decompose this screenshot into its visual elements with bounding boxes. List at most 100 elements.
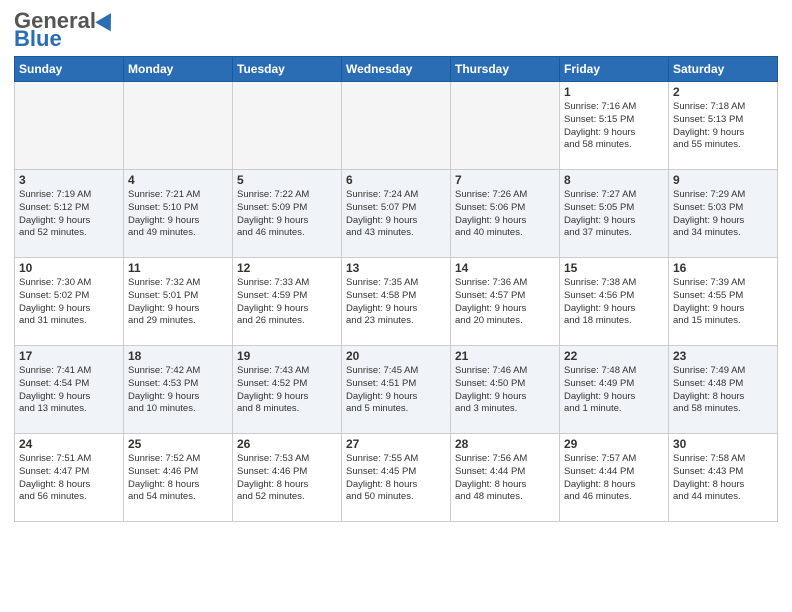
- calendar-cell: [124, 82, 233, 170]
- day-info: Sunrise: 7:38 AMSunset: 4:56 PMDaylight:…: [564, 277, 664, 328]
- day-number: 30: [673, 437, 773, 451]
- calendar-cell: [451, 82, 560, 170]
- calendar-cell: 13 Sunrise: 7:35 AMSunset: 4:58 PMDayligh…: [342, 258, 451, 346]
- day-number: 14: [455, 261, 555, 275]
- weekday-header-wednesday: Wednesday: [342, 57, 451, 82]
- day-info: Sunrise: 7:52 AMSunset: 4:46 PMDaylight:…: [128, 453, 228, 504]
- calendar-cell: 29 Sunrise: 7:57 AMSunset: 4:44 PMDayligh…: [560, 434, 669, 522]
- day-info: Sunrise: 7:19 AMSunset: 5:12 PMDaylight:…: [19, 189, 119, 240]
- day-info: Sunrise: 7:42 AMSunset: 4:53 PMDaylight:…: [128, 365, 228, 416]
- day-info: Sunrise: 7:21 AMSunset: 5:10 PMDaylight:…: [128, 189, 228, 240]
- day-number: 4: [128, 173, 228, 187]
- day-number: 2: [673, 85, 773, 99]
- calendar-cell: 11 Sunrise: 7:32 AMSunset: 5:01 PMDayligh…: [124, 258, 233, 346]
- day-info: Sunrise: 7:41 AMSunset: 4:54 PMDaylight:…: [19, 365, 119, 416]
- logo-triangle-icon: [95, 9, 119, 32]
- week-row-3: 10 Sunrise: 7:30 AMSunset: 5:02 PMDayligh…: [15, 258, 778, 346]
- day-info: Sunrise: 7:30 AMSunset: 5:02 PMDaylight:…: [19, 277, 119, 328]
- day-info: Sunrise: 7:57 AMSunset: 4:44 PMDaylight:…: [564, 453, 664, 504]
- day-info: Sunrise: 7:29 AMSunset: 5:03 PMDaylight:…: [673, 189, 773, 240]
- logo: General Blue: [14, 10, 116, 50]
- calendar-cell: 22 Sunrise: 7:48 AMSunset: 4:49 PMDayligh…: [560, 346, 669, 434]
- weekday-header-tuesday: Tuesday: [233, 57, 342, 82]
- weekday-header-friday: Friday: [560, 57, 669, 82]
- calendar-cell: 30 Sunrise: 7:58 AMSunset: 4:43 PMDayligh…: [669, 434, 778, 522]
- calendar-cell: 4 Sunrise: 7:21 AMSunset: 5:10 PMDaylight…: [124, 170, 233, 258]
- day-number: 6: [346, 173, 446, 187]
- day-number: 28: [455, 437, 555, 451]
- calendar-cell: 9Sunrise: 7:29 AMSunset: 5:03 PMDaylight…: [669, 170, 778, 258]
- week-row-2: 3 Sunrise: 7:19 AMSunset: 5:12 PMDaylight…: [15, 170, 778, 258]
- calendar-cell: 20Sunrise: 7:45 AMSunset: 4:51 PMDayligh…: [342, 346, 451, 434]
- day-number: 21: [455, 349, 555, 363]
- calendar-table: SundayMondayTuesdayWednesdayThursdayFrid…: [14, 56, 778, 522]
- day-info: Sunrise: 7:35 AMSunset: 4:58 PMDaylight:…: [346, 277, 446, 328]
- calendar-cell: 5Sunrise: 7:22 AMSunset: 5:09 PMDaylight…: [233, 170, 342, 258]
- day-info: Sunrise: 7:27 AMSunset: 5:05 PMDaylight:…: [564, 189, 664, 240]
- calendar-cell: [233, 82, 342, 170]
- weekday-header-row: SundayMondayTuesdayWednesdayThursdayFrid…: [15, 57, 778, 82]
- day-info: Sunrise: 7:26 AMSunset: 5:06 PMDaylight:…: [455, 189, 555, 240]
- calendar-cell: 21 Sunrise: 7:46 AMSunset: 4:50 PMDayligh…: [451, 346, 560, 434]
- day-info: Sunrise: 7:55 AMSunset: 4:45 PMDaylight:…: [346, 453, 446, 504]
- day-info: Sunrise: 7:46 AMSunset: 4:50 PMDaylight:…: [455, 365, 555, 416]
- day-info: Sunrise: 7:51 AMSunset: 4:47 PMDaylight:…: [19, 453, 119, 504]
- week-row-4: 17Sunrise: 7:41 AMSunset: 4:54 PMDayligh…: [15, 346, 778, 434]
- day-info: Sunrise: 7:24 AMSunset: 5:07 PMDaylight:…: [346, 189, 446, 240]
- day-info: Sunrise: 7:45 AMSunset: 4:51 PMDaylight:…: [346, 365, 446, 416]
- calendar-cell: 18 Sunrise: 7:42 AMSunset: 4:53 PMDayligh…: [124, 346, 233, 434]
- day-info: Sunrise: 7:16 AMSunset: 5:15 PMDaylight:…: [564, 101, 664, 152]
- day-info: Sunrise: 7:18 AMSunset: 5:13 PMDaylight:…: [673, 101, 773, 152]
- calendar-cell: 15 Sunrise: 7:38 AMSunset: 4:56 PMDayligh…: [560, 258, 669, 346]
- calendar-cell: 6 Sunrise: 7:24 AMSunset: 5:07 PMDaylight…: [342, 170, 451, 258]
- day-number: 7: [455, 173, 555, 187]
- day-number: 16: [673, 261, 773, 275]
- week-row-1: 1Sunrise: 7:16 AMSunset: 5:15 PMDaylight…: [15, 82, 778, 170]
- day-number: 15: [564, 261, 664, 275]
- calendar-cell: 16Sunrise: 7:39 AMSunset: 4:55 PMDayligh…: [669, 258, 778, 346]
- calendar-cell: 25 Sunrise: 7:52 AMSunset: 4:46 PMDayligh…: [124, 434, 233, 522]
- day-info: Sunrise: 7:48 AMSunset: 4:49 PMDaylight:…: [564, 365, 664, 416]
- day-number: 12: [237, 261, 337, 275]
- day-number: 11: [128, 261, 228, 275]
- day-info: Sunrise: 7:43 AMSunset: 4:52 PMDaylight:…: [237, 365, 337, 416]
- day-info: Sunrise: 7:49 AMSunset: 4:48 PMDaylight:…: [673, 365, 773, 416]
- calendar-cell: 14 Sunrise: 7:36 AMSunset: 4:57 PMDayligh…: [451, 258, 560, 346]
- day-number: 24: [19, 437, 119, 451]
- day-number: 13: [346, 261, 446, 275]
- day-number: 22: [564, 349, 664, 363]
- calendar-cell: 23 Sunrise: 7:49 AMSunset: 4:48 PMDayligh…: [669, 346, 778, 434]
- day-info: Sunrise: 7:56 AMSunset: 4:44 PMDaylight:…: [455, 453, 555, 504]
- weekday-header-thursday: Thursday: [451, 57, 560, 82]
- day-number: 18: [128, 349, 228, 363]
- calendar-cell: 3 Sunrise: 7:19 AMSunset: 5:12 PMDaylight…: [15, 170, 124, 258]
- day-info: Sunrise: 7:53 AMSunset: 4:46 PMDaylight:…: [237, 453, 337, 504]
- weekday-header-monday: Monday: [124, 57, 233, 82]
- day-number: 26: [237, 437, 337, 451]
- logo-blue: Blue: [14, 28, 62, 50]
- calendar-cell: 28 Sunrise: 7:56 AMSunset: 4:44 PMDayligh…: [451, 434, 560, 522]
- day-number: 3: [19, 173, 119, 187]
- day-number: 19: [237, 349, 337, 363]
- day-info: Sunrise: 7:58 AMSunset: 4:43 PMDaylight:…: [673, 453, 773, 504]
- calendar-cell: 1Sunrise: 7:16 AMSunset: 5:15 PMDaylight…: [560, 82, 669, 170]
- calendar-cell: [342, 82, 451, 170]
- page: General Blue SundayMondayTuesdayWednesda…: [0, 0, 792, 536]
- calendar-cell: 27 Sunrise: 7:55 AMSunset: 4:45 PMDayligh…: [342, 434, 451, 522]
- day-number: 10: [19, 261, 119, 275]
- day-number: 8: [564, 173, 664, 187]
- day-number: 29: [564, 437, 664, 451]
- day-info: Sunrise: 7:32 AMSunset: 5:01 PMDaylight:…: [128, 277, 228, 328]
- calendar-cell: 26 Sunrise: 7:53 AMSunset: 4:46 PMDayligh…: [233, 434, 342, 522]
- day-info: Sunrise: 7:36 AMSunset: 4:57 PMDaylight:…: [455, 277, 555, 328]
- calendar-cell: 24 Sunrise: 7:51 AMSunset: 4:47 PMDayligh…: [15, 434, 124, 522]
- calendar-cell: 12Sunrise: 7:33 AMSunset: 4:59 PMDayligh…: [233, 258, 342, 346]
- day-number: 25: [128, 437, 228, 451]
- calendar-cell: [15, 82, 124, 170]
- day-number: 23: [673, 349, 773, 363]
- day-number: 27: [346, 437, 446, 451]
- weekday-header-sunday: Sunday: [15, 57, 124, 82]
- calendar-cell: 2 Sunrise: 7:18 AMSunset: 5:13 PMDaylight…: [669, 82, 778, 170]
- week-row-5: 24 Sunrise: 7:51 AMSunset: 4:47 PMDayligh…: [15, 434, 778, 522]
- day-info: Sunrise: 7:22 AMSunset: 5:09 PMDaylight:…: [237, 189, 337, 240]
